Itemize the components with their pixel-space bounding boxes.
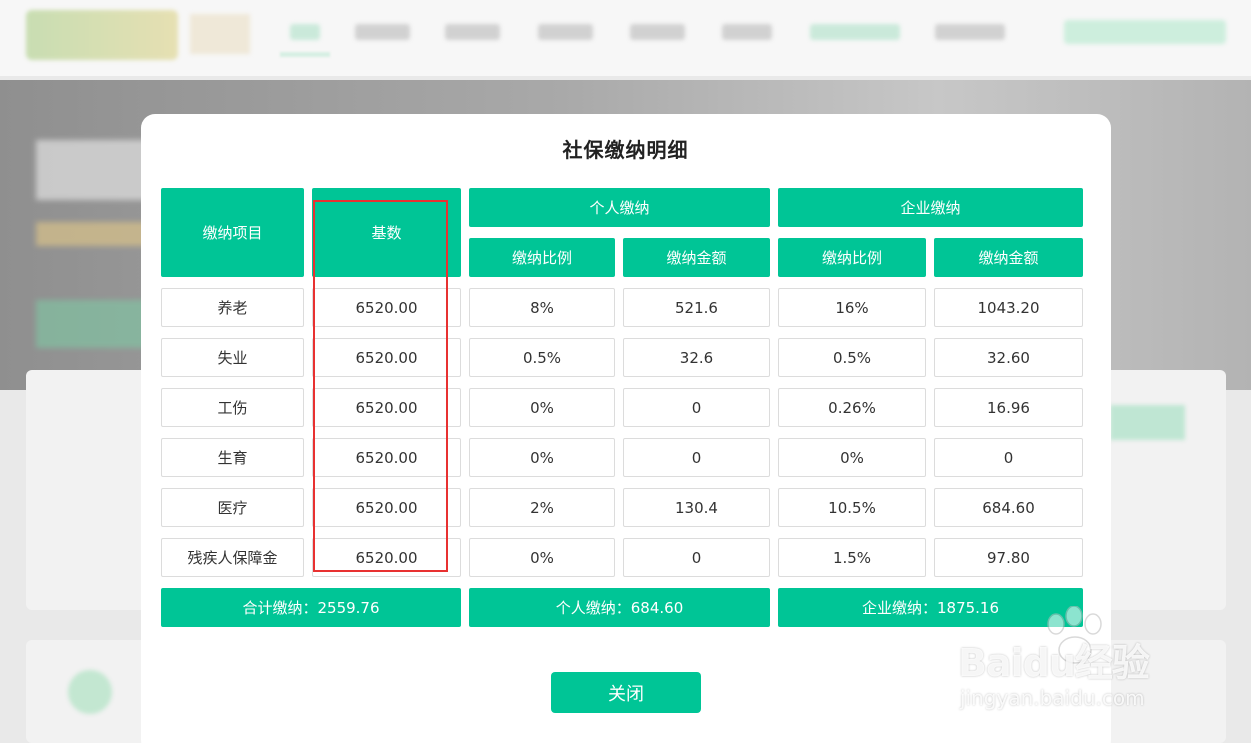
header-personal-rate: 缴纳比例 [469,238,615,277]
row-item-cell: 生育 [161,438,304,477]
total-contribution: 合计缴纳：2559.76 [161,588,461,627]
nav-item-blurred [630,24,685,40]
nav-item-blurred [722,24,772,40]
row-personal-amount-cell: 130.4 [623,488,770,527]
total-personal: 个人缴纳：684.60 [469,588,770,627]
nav-item-blurred [445,24,500,40]
row-personal-amount-cell: 32.6 [623,338,770,377]
row-base-cell: 6520.00 [312,538,461,577]
row-company-rate-cell: 10.5% [778,488,926,527]
row-personal-amount-cell: 0 [623,438,770,477]
row-company-amount-cell: 684.60 [934,488,1083,527]
row-base-cell: 6520.00 [312,288,461,327]
row-item-cell: 工伤 [161,388,304,427]
row-base-cell: 6520.00 [312,338,461,377]
card-icon-blurred [68,670,112,714]
row-personal-rate-cell: 2% [469,488,615,527]
login-area-blurred [1064,20,1226,44]
site-logo-badge [190,14,250,54]
row-personal-rate-cell: 0.5% [469,338,615,377]
modal-title: 社保缴纳明细 [562,138,689,162]
header-personal: 个人缴纳 [469,188,770,227]
row-company-amount-cell: 32.60 [934,338,1083,377]
row-company-rate-cell: 0.5% [778,338,926,377]
row-personal-amount-cell: 0 [623,538,770,577]
row-company-rate-cell: 0.26% [778,388,926,427]
header-company: 企业缴纳 [778,188,1083,227]
header-company-amount: 缴纳金额 [934,238,1083,277]
row-personal-rate-cell: 0% [469,538,615,577]
header-company-rate: 缴纳比例 [778,238,926,277]
row-personal-rate-cell: 0% [469,438,615,477]
row-base-cell: 6520.00 [312,488,461,527]
nav-item-blurred [355,24,410,40]
nav-item-blurred [290,24,320,40]
nav-item-blurred [935,24,1005,40]
header-base: 基数 [312,188,461,277]
row-personal-amount-cell: 521.6 [623,288,770,327]
close-button[interactable]: 关闭 [551,672,701,713]
row-item-cell: 养老 [161,288,304,327]
row-company-amount-cell: 16.96 [934,388,1083,427]
nav-active-indicator [280,52,330,57]
row-base-cell: 6520.00 [312,388,461,427]
hero-subtitle-blurred [36,222,156,246]
header-item: 缴纳项目 [161,188,304,277]
header-personal-amount: 缴纳金额 [623,238,770,277]
row-company-amount-cell: 1043.20 [934,288,1083,327]
row-item-cell: 失业 [161,338,304,377]
row-company-rate-cell: 0% [778,438,926,477]
row-company-amount-cell: 0 [934,438,1083,477]
row-item-cell: 医疗 [161,488,304,527]
nav-item-blurred [538,24,593,40]
row-personal-rate-cell: 0% [469,388,615,427]
site-logo [26,10,178,60]
nav-item-blurred [810,24,900,40]
row-company-rate-cell: 1.5% [778,538,926,577]
row-base-cell: 6520.00 [312,438,461,477]
row-personal-rate-cell: 8% [469,288,615,327]
row-item-cell: 残疾人保障金 [161,538,304,577]
row-company-amount-cell: 97.80 [934,538,1083,577]
total-company: 企业缴纳：1875.16 [778,588,1083,627]
card-accent-blurred [1110,405,1185,440]
row-company-rate-cell: 16% [778,288,926,327]
row-personal-amount-cell: 0 [623,388,770,427]
